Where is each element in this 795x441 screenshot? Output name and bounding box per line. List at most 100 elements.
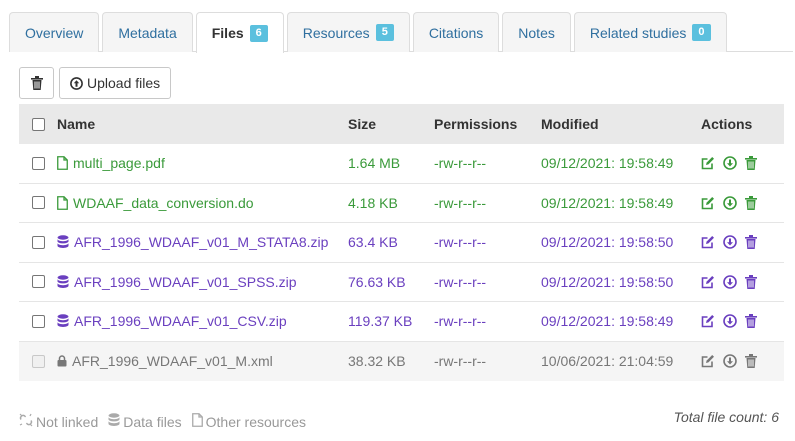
unlink-icon <box>19 413 33 430</box>
tab-citations[interactable]: Citations <box>412 12 500 52</box>
tab-overview[interactable]: Overview <box>9 12 100 52</box>
total-file-count: Total file count: 6 <box>673 409 779 425</box>
file-modified: 09/12/2021: 19:58:49 <box>541 155 674 172</box>
column-header-size[interactable]: Size <box>348 116 434 132</box>
file-icon <box>57 195 68 210</box>
select-all-checkbox[interactable] <box>31 117 45 131</box>
tab-resources[interactable]: Resources 5 <box>286 12 410 52</box>
file-name[interactable]: WDAAF_data_conversion.do <box>73 195 254 211</box>
table-row[interactable]: multi_page.pdf 1.64 MB -rw-r--r-- 09/12/… <box>19 144 784 184</box>
file-type-legend: Not linked Data files Other resources <box>19 413 306 430</box>
column-header-modified[interactable]: Modified <box>541 116 701 132</box>
file-size: 119.37 KB <box>348 313 413 330</box>
trash-icon[interactable] <box>745 156 757 171</box>
legend-not-linked-label: Not linked <box>36 413 99 430</box>
table-row[interactable]: AFR_1996_WDAAF_v01_CSV.zip 119.37 KB -rw… <box>19 302 784 342</box>
file-modified: 09/12/2021: 19:58:49 <box>541 313 674 330</box>
files-count-badge: 6 <box>249 24 268 42</box>
table-row[interactable]: AFR_1996_WDAAF_v01_M_STATA8.zip 63.4 KB … <box>19 223 784 263</box>
file-size: 38.32 KB <box>348 353 406 370</box>
trash-icon[interactable] <box>745 195 757 210</box>
trash-icon[interactable] <box>745 274 757 289</box>
trash-icon[interactable] <box>745 235 757 250</box>
resources-count-badge: 5 <box>375 24 394 41</box>
download-icon[interactable] <box>723 354 737 369</box>
file-name[interactable]: AFR_1996_WDAAF_v01_CSV.zip <box>74 313 287 329</box>
tab-metadata[interactable]: Metadata <box>102 12 193 52</box>
edit-icon[interactable] <box>701 196 715 210</box>
file-icon <box>191 413 203 430</box>
tab-label: Metadata <box>118 24 177 41</box>
files-table: Name Size Permissions Modified Actions m… <box>19 104 784 381</box>
legend-other-resources: Other resources <box>191 413 306 430</box>
download-icon[interactable] <box>723 235 737 250</box>
lock-icon <box>57 355 67 367</box>
row-checkbox[interactable] <box>31 156 45 170</box>
file-name[interactable]: multi_page.pdf <box>73 155 165 171</box>
tab-label: Notes <box>518 24 555 41</box>
download-icon[interactable] <box>723 195 737 210</box>
trash-icon[interactable] <box>745 354 757 369</box>
download-icon[interactable] <box>723 274 737 289</box>
edit-icon[interactable] <box>701 156 715 170</box>
row-checkbox[interactable] <box>31 314 45 328</box>
edit-icon[interactable] <box>701 354 715 368</box>
file-permissions: -rw-r--r-- <box>434 194 487 211</box>
trash-icon[interactable] <box>745 314 757 329</box>
file-name: AFR_1996_WDAAF_v01_M.xml <box>72 353 273 370</box>
row-checkbox[interactable] <box>31 235 45 249</box>
tab-files[interactable]: Files 6 <box>195 12 284 53</box>
legend-data-files-label: Data files <box>123 413 182 430</box>
column-header-permissions[interactable]: Permissions <box>434 116 541 132</box>
trash-icon <box>30 76 43 90</box>
download-icon[interactable] <box>723 314 737 329</box>
delete-selected-button[interactable] <box>19 67 54 99</box>
file-size: 76.63 KB <box>348 273 406 290</box>
table-row[interactable]: AFR_1996_WDAAF_v01_M.xml 38.32 KB -rw-r-… <box>19 341 784 381</box>
file-permissions: -rw-r--r-- <box>434 273 487 290</box>
table-row[interactable]: WDAAF_data_conversion.do 4.18 KB -rw-r--… <box>19 184 784 223</box>
row-checkbox[interactable] <box>31 275 45 289</box>
tab-notes[interactable]: Notes <box>502 12 571 52</box>
tab-label: Citations <box>428 24 484 41</box>
file-name[interactable]: AFR_1996_WDAAF_v01_SPSS.zip <box>74 274 297 290</box>
upload-files-button[interactable]: Upload files <box>59 67 172 99</box>
row-checkbox <box>31 354 45 368</box>
database-icon <box>57 235 69 249</box>
edit-icon[interactable] <box>701 275 715 289</box>
upload-circle-icon <box>70 76 83 90</box>
related-studies-count-badge: 0 <box>692 24 711 41</box>
table-body: multi_page.pdf 1.64 MB -rw-r--r-- 09/12/… <box>19 144 784 381</box>
database-icon <box>108 413 120 430</box>
table-header: Name Size Permissions Modified Actions <box>19 104 784 144</box>
file-name[interactable]: AFR_1996_WDAAF_v01_M_STATA8.zip <box>74 234 328 250</box>
file-size: 4.18 KB <box>348 194 398 211</box>
download-icon[interactable] <box>723 156 737 171</box>
tab-related-studies[interactable]: Related studies 0 <box>573 12 727 52</box>
tab-label: Files <box>211 25 244 41</box>
file-modified: 09/12/2021: 19:58:50 <box>541 234 674 251</box>
edit-icon[interactable] <box>701 314 715 328</box>
legend-not-linked: Not linked <box>19 413 98 430</box>
file-permissions: -rw-r--r-- <box>434 353 487 370</box>
file-modified: 09/12/2021: 19:58:49 <box>541 194 674 211</box>
column-header-actions: Actions <box>701 116 753 132</box>
file-permissions: -rw-r--r-- <box>434 234 487 251</box>
file-permissions: -rw-r--r-- <box>434 155 487 172</box>
row-checkbox[interactable] <box>31 196 45 210</box>
legend-other-resources-label: Other resources <box>205 413 306 430</box>
tab-label: Resources <box>302 24 370 41</box>
database-icon <box>57 275 69 289</box>
file-icon <box>57 156 68 171</box>
file-modified: 09/12/2021: 19:58:50 <box>541 273 674 290</box>
file-size: 63.4 KB <box>348 234 398 251</box>
table-row[interactable]: AFR_1996_WDAAF_v01_SPSS.zip 76.63 KB -rw… <box>19 263 784 302</box>
file-modified: 10/06/2021: 21:04:59 <box>541 353 674 370</box>
tab-label: Related studies <box>589 24 687 41</box>
files-toolbar: Upload files <box>19 67 172 99</box>
legend-data-files: Data files <box>108 413 182 430</box>
file-size: 1.64 MB <box>348 155 401 172</box>
column-header-name[interactable]: Name <box>57 116 348 132</box>
edit-icon[interactable] <box>701 235 715 249</box>
upload-files-label: Upload files <box>87 75 161 91</box>
